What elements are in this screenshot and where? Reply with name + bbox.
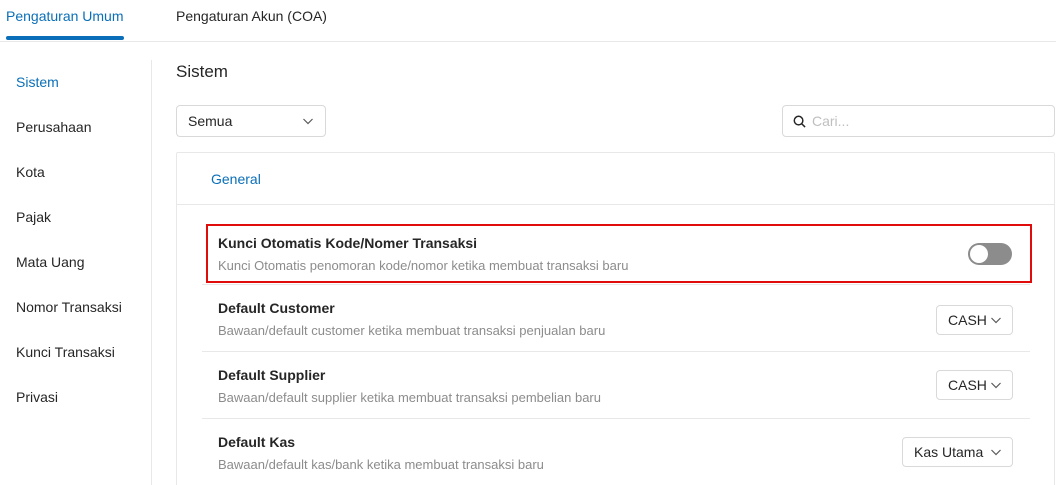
setting-row-default-customer: Default Customer Bawaan/default customer…	[202, 285, 1030, 352]
setting-row-default-kas: Default Kas Bawaan/default kas/bank keti…	[202, 419, 1030, 485]
sidebar-divider	[151, 60, 152, 485]
default-customer-select[interactable]: CASH	[936, 305, 1013, 335]
select-value: CASH	[948, 377, 987, 393]
sidebar: Sistem Perusahaan Kota Pajak Mata Uang N…	[4, 60, 132, 420]
settings-card: General Kunci Otomatis Kode/Nomer Transa…	[176, 152, 1055, 485]
sidebar-item-perusahaan[interactable]: Perusahaan	[4, 105, 132, 150]
search-field[interactable]	[782, 105, 1055, 137]
sidebar-item-nomor-transaksi[interactable]: Nomor Transaksi	[4, 285, 132, 330]
chevron-down-icon	[990, 446, 1002, 458]
highlight-frame	[206, 224, 1032, 283]
section-header: General	[177, 153, 1054, 205]
setting-title: Default Supplier	[218, 367, 326, 383]
sidebar-item-kunci-transaksi[interactable]: Kunci Transaksi	[4, 330, 132, 375]
tab-pengaturan-akun[interactable]: Pengaturan Akun (COA)	[176, 8, 327, 24]
filter-value: Semua	[188, 113, 233, 129]
sidebar-item-kota[interactable]: Kota	[4, 150, 132, 195]
chevron-down-icon	[302, 115, 314, 127]
active-tab-indicator	[6, 36, 124, 40]
setting-row-default-supplier: Default Supplier Bawaan/default supplier…	[202, 352, 1030, 419]
category-filter-select[interactable]: Semua	[176, 105, 326, 137]
top-tab-bar: Pengaturan Umum Pengaturan Akun (COA)	[0, 0, 1056, 42]
sidebar-item-sistem[interactable]: Sistem	[4, 60, 132, 105]
setting-description: Bawaan/default customer ketika membuat t…	[218, 323, 606, 338]
setting-title: Default Kas	[218, 434, 296, 450]
chevron-down-icon	[990, 314, 1002, 326]
sidebar-item-mata-uang[interactable]: Mata Uang	[4, 240, 132, 285]
select-value: CASH	[948, 312, 987, 328]
section-label-general: General	[211, 171, 261, 187]
default-supplier-select[interactable]: CASH	[936, 370, 1013, 400]
page-title: Sistem	[176, 62, 228, 81]
sidebar-item-pajak[interactable]: Pajak	[4, 195, 132, 240]
setting-title: Default Customer	[218, 300, 335, 316]
default-kas-select[interactable]: Kas Utama	[902, 437, 1013, 467]
setting-description: Bawaan/default supplier ketika membuat t…	[218, 390, 601, 405]
search-icon	[793, 115, 806, 128]
search-input[interactable]	[812, 113, 1042, 129]
setting-description: Bawaan/default kas/bank ketika membuat t…	[218, 457, 544, 472]
tab-pengaturan-umum[interactable]: Pengaturan Umum	[6, 8, 124, 24]
sidebar-item-privasi[interactable]: Privasi	[4, 375, 132, 420]
chevron-down-icon	[990, 379, 1002, 391]
select-value: Kas Utama	[914, 444, 984, 460]
